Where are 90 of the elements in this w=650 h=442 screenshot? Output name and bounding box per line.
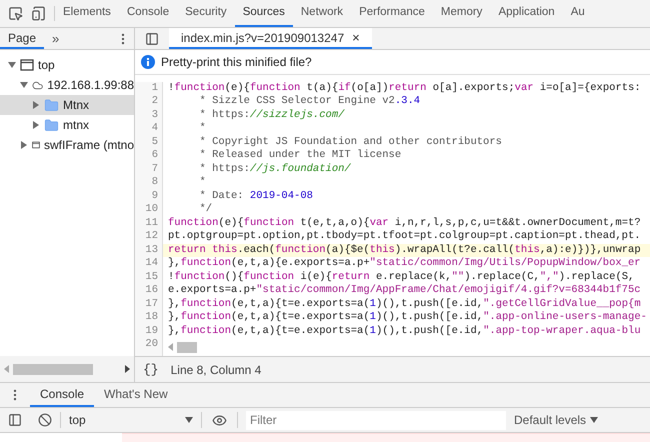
line-number: 10 (135, 203, 163, 217)
line-number: 15 (135, 270, 163, 284)
code-line: !function(e){function t(a){if(o[a])return o[a].exports;var i=o[a]={exports: (167, 82, 641, 95)
tree-item-label: Mtnx (63, 97, 90, 114)
drawer-tab[interactable]: What's New (94, 383, 178, 407)
code-line: pt.optgroup=pt.option,pt.tbody=pt.tfoot=pt.colgroup=pt.caption=pt.thead,pt. (167, 230, 641, 244)
line-number: 7 (135, 162, 163, 176)
code-line: * (198, 122, 206, 136)
caret-icon (185, 417, 193, 423)
line-number: 13 (135, 244, 163, 258)
panel-tab[interactable]: Application (490, 0, 563, 27)
line-number: 20 (135, 338, 163, 356)
line-number: 3 (135, 108, 163, 122)
panel-tab[interactable]: Au (562, 0, 593, 27)
horizontal-scrollbar[interactable] (13, 364, 93, 374)
scroll-right-icon[interactable] (125, 365, 130, 373)
close-tab-button[interactable]: × (352, 28, 360, 48)
line-number: 12 (135, 230, 163, 244)
device-icon[interactable] (31, 6, 46, 21)
line-number: 5 (135, 136, 163, 150)
line-number: 9 (135, 190, 163, 204)
more-tabs-button[interactable]: » (44, 28, 68, 49)
line-number: 8 (135, 176, 163, 190)
navigator-tab[interactable]: Page (0, 28, 44, 49)
line-number: 19 (135, 324, 163, 338)
code-line: },function(e,t,a){t=e.exports=a(1)(),t.push([e.id,".getCellGridValue__pop{m (167, 298, 641, 311)
filter-field[interactable]: Filter (246, 410, 506, 430)
eye-icon[interactable] (212, 412, 227, 428)
horizontal-scrollbar[interactable] (177, 342, 197, 353)
line-number: 18 (135, 311, 163, 325)
sidebar-toggle-icon[interactable] (145, 32, 159, 46)
info-icon (141, 54, 155, 69)
panel-tab[interactable]: Memory (432, 0, 490, 27)
code-line: },function(e,t,a){e.exports=a.p+"static/common/Img/Utils/PopupWindow/box_er (167, 257, 641, 271)
tree-item[interactable]: 192.168.1.99:88 (0, 75, 134, 95)
window-icon (32, 139, 40, 151)
panel-tab[interactable]: Console (118, 0, 178, 27)
tree-item-label: 192.168.1.99:88 (47, 77, 134, 94)
code-line: * https://js.foundation/ (198, 162, 351, 176)
tree-item[interactable]: mtnx (0, 115, 134, 135)
panel-tab[interactable]: Security (177, 0, 235, 27)
panel-tab[interactable]: Elements (55, 0, 119, 27)
tree-item[interactable]: top (0, 55, 134, 75)
code-line: !function(){function i(e){return e.replace(k,"").replace(C,",").replace(S, (167, 270, 634, 284)
code-line: },function(e,t,a){t=e.exports=a(1)(),t.push([e.id,".app-online-users-manage- (167, 311, 647, 325)
folder-icon (44, 98, 59, 112)
clear-icon[interactable] (38, 413, 52, 427)
tree-item[interactable]: swfIFrame (mtno (0, 135, 134, 155)
window-icon (20, 59, 34, 71)
code-line: * Date: 2019-04-08 (198, 190, 313, 203)
code-line: * Released under the MIT license (198, 149, 402, 163)
code-line: function(e){function t(e,t,a,o){var i,n,r,l,s,p,c,u=t&&t.ownerDocument,m=t? (167, 216, 641, 230)
cursor-position: Line 8, Column 4 (170, 362, 262, 379)
tree-item[interactable]: Mtnx (0, 95, 134, 115)
file-tab[interactable]: index.min.js?v=201909013247 × (169, 28, 372, 49)
levels-dropdown[interactable]: Default levels (514, 411, 598, 429)
inspect-icon[interactable] (8, 6, 23, 21)
panel-tab[interactable]: Performance (351, 0, 433, 27)
line-number: 1 (135, 82, 163, 96)
line-number: 2 (135, 95, 163, 109)
tree-item-label: mtnx (63, 117, 90, 134)
code-line: e.exports=a.p+"static/common/Img/AppFrame/Chat/emojigif/4.gif?v=68344b1f75c (167, 284, 641, 298)
tree-item-label: swfIFrame (mtno (44, 137, 134, 154)
tree-item-label: top (38, 57, 55, 74)
code-line: * Sizzle CSS Selector Engine v2.3.4 (198, 95, 420, 109)
collapsed-triangle-icon[interactable] (32, 101, 40, 109)
collapsed-triangle-icon[interactable] (20, 141, 28, 149)
line-number: 14 (135, 257, 163, 271)
code-line: * (198, 176, 206, 190)
code-line: return this.each(function(a){$e(this).wrapAll(t?e.call(this,a):e)})},unwrap (167, 244, 641, 257)
format-button[interactable]: {} (143, 360, 159, 380)
file-tab-label: index.min.js?v=201909013247 (181, 30, 344, 46)
code-line: * Copyright JS Foundation and other contributors (198, 136, 502, 149)
sidebar-toggle-icon[interactable] (8, 413, 22, 427)
line-number: 16 (135, 284, 163, 298)
line-number: 11 (135, 216, 163, 230)
expanded-triangle-icon[interactable] (20, 81, 28, 89)
line-number: 17 (135, 298, 163, 312)
context-select[interactable]: top (61, 411, 201, 429)
code-line: },function(e,t,a){t=e.exports=a(1)(),t.push([e.id,".app-top-wraper.aqua-blu (167, 324, 641, 338)
code-line: */ (198, 203, 212, 217)
line-number: 4 (135, 122, 163, 136)
folder-icon (44, 118, 59, 132)
expanded-triangle-icon[interactable] (8, 61, 16, 69)
collapsed-triangle-icon[interactable] (32, 121, 40, 129)
pretty-print-prompt[interactable]: Pretty-print this minified file? (161, 52, 312, 71)
code-line: * https://sizzlejs.com/ (198, 108, 344, 122)
panel-tab[interactable]: Network (292, 0, 352, 27)
line-number: 6 (135, 149, 163, 163)
caret-icon (590, 417, 598, 423)
